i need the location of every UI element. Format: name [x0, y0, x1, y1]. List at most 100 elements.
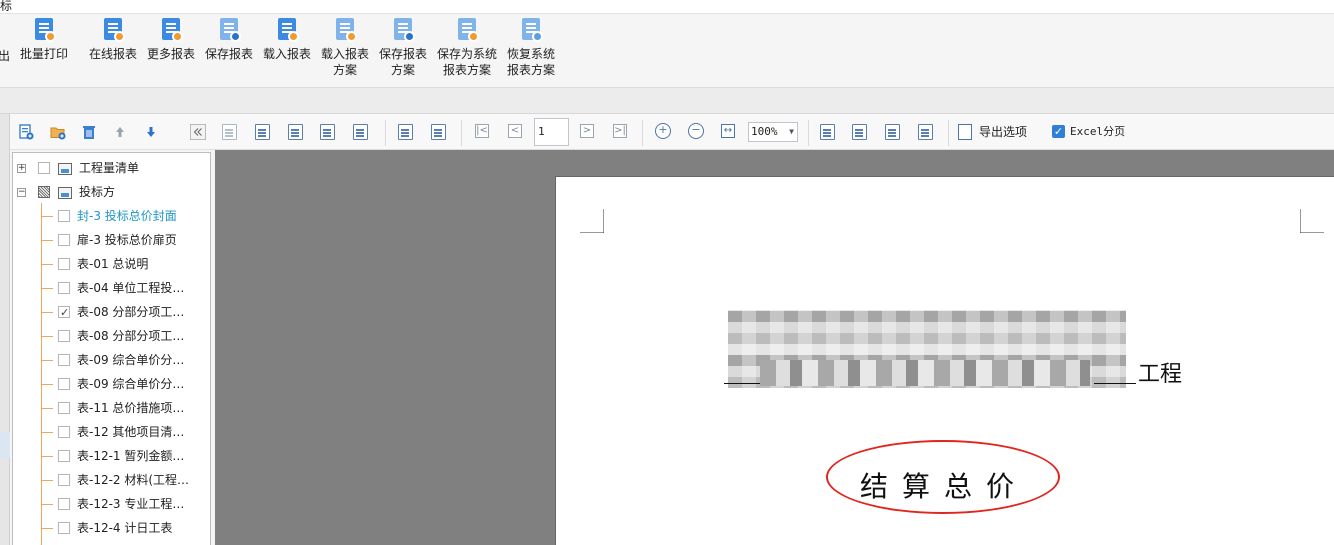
edit-icon[interactable] [222, 124, 237, 140]
restore-system-scheme-label-2: 报表方案 [506, 63, 555, 77]
tree-item[interactable]: 扉-3 投标总价扉页 [13, 228, 210, 252]
online-report-button[interactable]: 在线报表 [87, 18, 139, 62]
save-scheme-label-2: 方案 [390, 63, 415, 77]
tree-group-bill[interactable]: + 工程量清单 [13, 156, 210, 180]
tree-checkbox[interactable] [58, 282, 70, 294]
print-icon[interactable] [353, 124, 368, 140]
move-up-icon[interactable] [112, 124, 128, 140]
add-report-icon[interactable] [18, 124, 34, 140]
save-system-scheme-button[interactable]: 保存为系统 报表方案 [436, 18, 498, 78]
underline [1094, 383, 1136, 384]
tree-item[interactable]: 表-12-3 专业工程… [13, 492, 210, 516]
printer-doc-icon [32, 18, 56, 44]
load-scheme-label-1: 载入报表 [320, 47, 369, 61]
tree-item[interactable]: 表-09 综合单价分… [13, 348, 210, 372]
tree-item[interactable]: 表-09 综合单价分… [13, 372, 210, 396]
save-scheme-icon [391, 18, 415, 44]
export-word-icon[interactable] [885, 124, 900, 140]
export-icon[interactable] [820, 124, 835, 140]
save-scheme-button[interactable]: 保存报表 方案 [377, 18, 429, 78]
tree-item[interactable]: 表-12-2 材料(工程… [13, 468, 210, 492]
tree-item-label: 表-11 总价措施项… [77, 401, 185, 415]
zoom-select[interactable]: 100% ▼ [748, 122, 798, 142]
checkbox-checked-icon: ✓ [1052, 125, 1065, 138]
tree-checkbox[interactable] [58, 258, 70, 270]
tree-branch [41, 360, 53, 361]
tree-checkbox-checked[interactable] [58, 301, 70, 325]
tree-checkbox[interactable] [58, 426, 70, 438]
expand-icon[interactable]: + [17, 164, 26, 173]
zoom-out-icon[interactable]: − [688, 123, 704, 139]
tree-item-label: 表-09 综合单价分… [77, 353, 185, 367]
tree-branch [41, 336, 53, 337]
prev-page-icon[interactable]: < [508, 124, 522, 138]
edit-doc-icon[interactable] [320, 124, 335, 140]
left-edge-bar [0, 114, 10, 545]
export-excel-icon[interactable] [852, 124, 867, 140]
restore-system-scheme-button[interactable]: 恢复系统 报表方案 [504, 18, 558, 78]
more-doc-icon [159, 18, 183, 44]
left-edge-highlight [0, 432, 10, 458]
more-reports-label: 更多报表 [146, 47, 195, 61]
cloud-doc-icon [101, 18, 125, 44]
tree-checkbox[interactable] [38, 186, 50, 198]
tree-item[interactable]: 表-01 总说明 [13, 252, 210, 276]
single-page-icon[interactable] [398, 124, 413, 140]
move-down-icon[interactable] [143, 124, 159, 140]
tree-item[interactable]: 表-12 其他项目清… [13, 420, 210, 444]
first-page-icon[interactable]: |< [475, 124, 489, 138]
last-page-icon[interactable]: >| [613, 124, 627, 138]
zoom-in-icon[interactable]: + [655, 123, 671, 139]
collapse-icon[interactable]: − [17, 188, 26, 197]
tree-checkbox[interactable] [58, 378, 70, 390]
window-title-bar: 标 [0, 0, 1334, 14]
tree-item-label: 表-12-4 计日工表 [77, 521, 173, 535]
save-system-icon [455, 18, 479, 44]
tree-checkbox[interactable] [58, 498, 70, 510]
tree-item-label: 表-12-1 暂列金额… [77, 449, 185, 463]
tree-checkbox[interactable] [58, 450, 70, 462]
tree-item-label: 表-08 分部分项工… [77, 305, 185, 319]
toolbar-separator [642, 120, 643, 146]
tree-checkbox[interactable] [58, 234, 70, 246]
delete-icon[interactable] [81, 124, 97, 140]
tree-branch [41, 288, 53, 289]
tree-checkbox[interactable] [38, 162, 50, 174]
tree-item[interactable]: 表-11 总价措施项… [13, 396, 210, 420]
add-folder-icon[interactable] [50, 124, 66, 140]
tree-item[interactable]: 表-12-1 暂列金额… [13, 444, 210, 468]
page-number-input[interactable]: 1 [534, 118, 569, 146]
excel-split-label: Excel分页 [1070, 125, 1126, 138]
toolbar-separator [385, 120, 386, 146]
tree-checkbox[interactable] [58, 474, 70, 486]
more-reports-button[interactable]: 更多报表 [145, 18, 197, 62]
tree-item-label: 表-09 综合单价分… [77, 377, 185, 391]
tree-item[interactable]: 表-04 单位工程投… [13, 276, 210, 300]
ribbon-partial-button[interactable]: 出 [0, 48, 10, 64]
load-report-button[interactable]: 载入报表 [261, 18, 313, 62]
tree-group-bidder[interactable]: − 投标方 [13, 180, 210, 204]
batch-print-button[interactable]: 批量打印 [18, 18, 70, 62]
design-report-icon[interactable] [255, 124, 270, 140]
save-scheme-label-1: 保存报表 [378, 47, 427, 61]
tree-checkbox[interactable] [58, 354, 70, 366]
save-report-button[interactable]: 保存报表 [203, 18, 255, 62]
fit-width-icon[interactable]: ↔ [721, 124, 735, 138]
tree-checkbox[interactable] [58, 330, 70, 342]
next-page-icon[interactable]: > [580, 124, 594, 138]
tree-item[interactable]: 封-3 投标总价封面 [13, 204, 210, 228]
load-scheme-icon [333, 18, 357, 44]
toolbar-separator [461, 120, 462, 146]
export-pdf-icon[interactable] [918, 124, 933, 140]
tree-item[interactable]: 表-08 分部分项工… [13, 324, 210, 348]
tree-checkbox[interactable] [58, 210, 70, 222]
collapse-panel-icon[interactable] [190, 124, 206, 140]
report-folder-icon [58, 163, 72, 175]
tree-checkbox[interactable] [58, 522, 70, 534]
tree-checkbox[interactable] [58, 402, 70, 414]
load-scheme-button[interactable]: 载入报表 方案 [319, 18, 371, 78]
tree-item[interactable]: 表-08 分部分项工… [13, 300, 210, 325]
hatch-icon[interactable] [288, 124, 303, 140]
multi-page-icon[interactable] [431, 124, 446, 140]
tree-item[interactable]: 表-12-4 计日工表 [13, 516, 210, 540]
